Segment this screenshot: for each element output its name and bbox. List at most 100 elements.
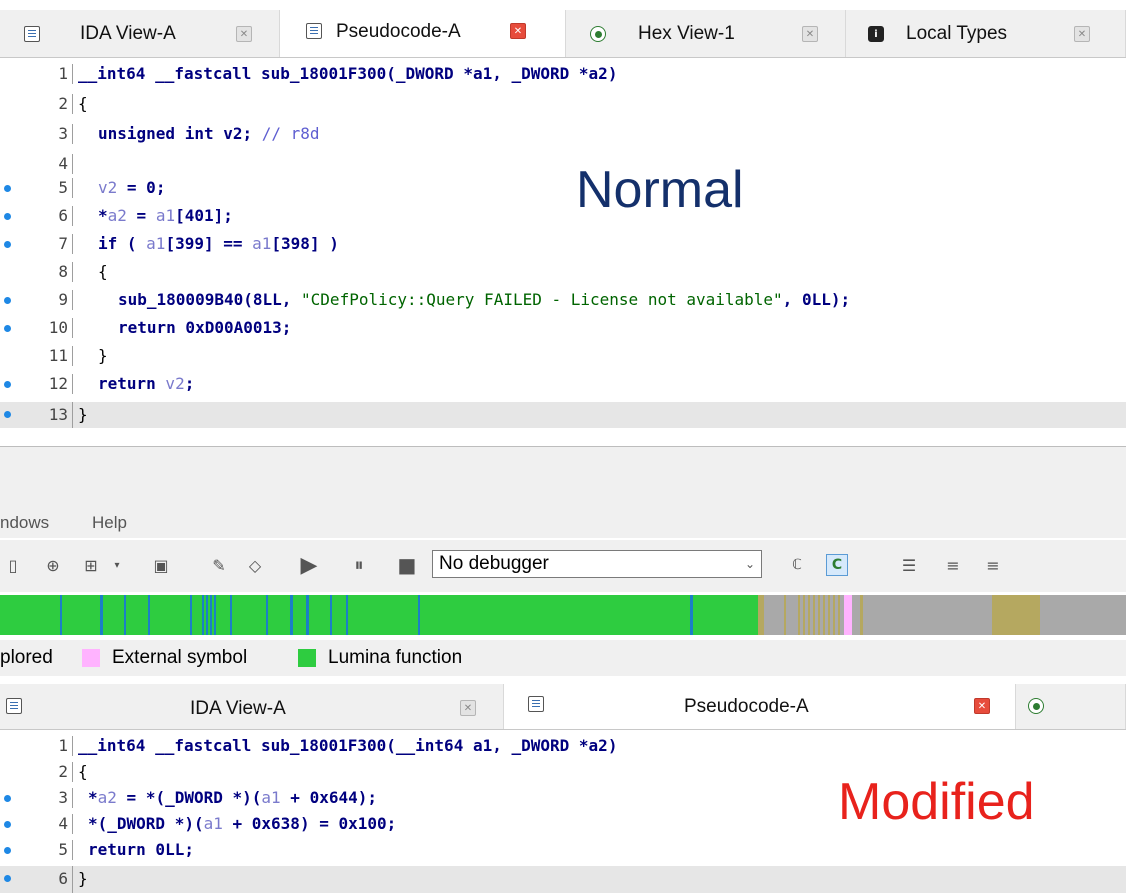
tab-hex-view-1[interactable]: Hex View-1 ✕ [566,10,846,57]
list-icon [6,698,22,714]
play-icon[interactable]: ▶ [298,553,320,578]
code-line[interactable]: 9 sub_180009B40(8LL, "CDefPolicy::Query F… [0,290,1126,310]
line-number: 4 [58,814,68,833]
code-line[interactable]: 4 [0,154,1126,174]
code-text: a1 [155,206,176,225]
breakpoint-dot[interactable] [4,847,11,854]
code-text: * [88,788,98,807]
code-line[interactable]: 7 if ( a1[399] == a1[398] ) [0,234,1126,254]
code-text: { [78,94,88,113]
code-line[interactable]: 10 return 0xD00A0013; [0,318,1126,338]
breakpoint-dot[interactable] [4,875,11,882]
legend-swatch-external [82,649,100,667]
line-number: 10 [48,318,68,337]
code-text: return [118,318,176,337]
close-icon[interactable]: ✕ [510,23,526,39]
modified-label: Modified [838,773,1035,831]
legend-prefix: plored [0,647,53,668]
code-line-current[interactable]: 13} [0,402,1126,428]
code-text: } [78,869,88,888]
breakpoint-dot[interactable] [4,325,11,332]
menu-help[interactable]: Help [92,513,127,533]
breakpoint-dot[interactable] [4,411,11,418]
breakpoint-dot[interactable] [4,381,11,388]
toolbar-icon-9[interactable]: ☰ [898,554,920,576]
menu-windows[interactable]: ndows [0,513,49,533]
toolbar-icon-5[interactable]: ✎ [208,554,230,576]
code-text: __int64 a1, _DWORD *a2) [395,736,618,755]
code-line[interactable]: 5 v2 = 0; [0,178,1126,198]
code-text: 0 [146,178,156,197]
code-line[interactable]: 3 unsigned int v2; // r8d [0,124,1126,144]
close-icon[interactable]: ✕ [460,700,476,716]
hex-icon [1028,698,1044,714]
code-string: "CDefPolicy::Query FAILED - License not … [301,290,783,309]
toolbar-icon-4[interactable]: ▣ [150,554,172,576]
stop-icon[interactable]: ■ [396,553,418,577]
code-text: ; [281,318,292,337]
tab-ida-view-a[interactable]: IDA View-A ✕ [0,684,504,729]
tab-label: IDA View-A [190,698,286,719]
code-text: (8LL, [243,290,302,309]
navigation-band[interactable] [0,595,1126,635]
code-line[interactable]: 8{ [0,262,1126,282]
code-line[interactable]: 6 *a2 = a1[401]; [0,206,1126,226]
tab-hex-view[interactable] [1016,684,1126,729]
legend-swatch-lumina [298,649,316,667]
tab-pseudocode-a[interactable]: Pseudocode-A ✕ [504,684,1016,729]
toolbar-icon-8[interactable]: C [826,554,848,576]
code-line[interactable]: 11} [0,346,1126,366]
debugger-select[interactable]: No debugger ⌄ [432,550,762,578]
info-icon [868,26,884,42]
line-number: 3 [58,124,68,143]
code-text: ; [155,178,166,197]
close-icon[interactable]: ✕ [974,698,990,714]
toolbar-icon-7[interactable]: ℂ [786,554,808,576]
toolbar-icon-11[interactable]: ≡ [982,554,1004,576]
debugger-select-value: No debugger [439,553,549,574]
tab-local-types[interactable]: Local Types ✕ [846,10,1126,57]
breakpoint-dot[interactable] [4,821,11,828]
code-text: } [78,405,88,424]
toolbar-icon-3[interactable]: ⊞ [80,554,102,576]
code-text: ; [184,374,195,393]
toolbar-icon-10[interactable]: ≡ [942,554,964,576]
breakpoint-dot[interactable] [4,185,11,192]
tab-label: IDA View-A [80,23,176,44]
code-text: _DWORD *a1, _DWORD *a2) [395,64,618,83]
code-text: a2 [97,788,117,807]
chevron-down-icon[interactable]: ▾ [106,554,128,576]
code-text: return [98,374,156,393]
code-line[interactable]: 5 return 0LL; [0,840,1126,860]
toolbar-icon-2[interactable]: ⊕ [42,554,64,576]
close-icon[interactable]: ✕ [802,26,818,42]
breakpoint-dot[interactable] [4,795,11,802]
code-text: __int64 __fastcall sub_18001F300( [78,64,396,83]
close-icon[interactable]: ✕ [236,26,252,42]
toolbar: ▯ ⊕ ⊞ ▾ ▣ ✎ ◇ ▶ ⏸ ■ No debugger ⌄ ℂ C ☰ … [0,540,1126,592]
code-text: *(_DWORD *)( [88,814,204,833]
code-text: return [88,840,146,859]
code-text: a1 [261,788,281,807]
pause-icon[interactable]: ⏸ [348,554,370,576]
tab-pseudocode-a[interactable]: Pseudocode-A ✕ [280,10,566,57]
list-icon [528,696,544,712]
breakpoint-dot[interactable] [4,297,11,304]
code-text: *(_DWORD *)( [145,788,262,807]
code-line[interactable]: 12 return v2; [0,374,1126,394]
close-icon[interactable]: ✕ [1074,26,1090,42]
code-text: { [78,762,88,781]
tab-ida-view-a[interactable]: IDA View-A ✕ [0,10,280,57]
code-line[interactable]: 1 __int64 __fastcall sub_18001F300(__int6… [0,736,1126,756]
toolbar-icon-1[interactable]: ▯ [2,554,24,576]
code-text: { [98,262,108,281]
breakpoint-dot[interactable] [4,241,11,248]
code-line[interactable]: 2{ [0,94,1126,114]
line-number: 13 [48,405,68,424]
code-line-current[interactable]: 6} [0,866,1126,893]
code-text: [398] ) [271,234,339,253]
line-number: 2 [58,94,68,113]
code-line[interactable]: 1 __int64 __fastcall sub_18001F300(_DWORD… [0,64,1126,84]
toolbar-icon-6[interactable]: ◇ [244,554,266,576]
breakpoint-dot[interactable] [4,213,11,220]
